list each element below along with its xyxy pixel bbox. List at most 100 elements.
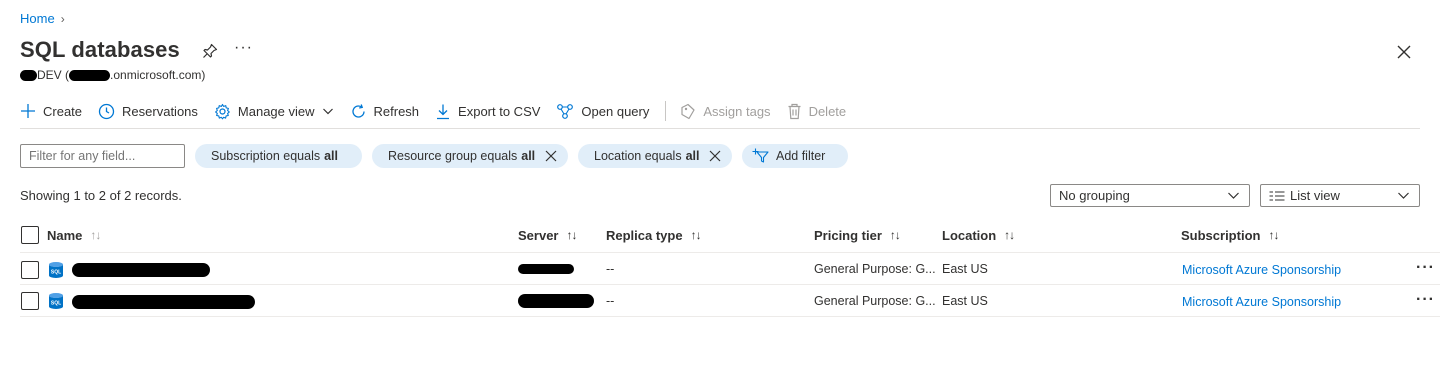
- download-icon: [437, 104, 450, 119]
- clock-icon: [98, 103, 115, 119]
- column-header-location[interactable]: Location ↑↓: [942, 226, 1015, 244]
- grouping-value: No grouping: [1059, 188, 1130, 203]
- sort-icon: ↑↓: [690, 228, 702, 242]
- cell-subscription-link[interactable]: Microsoft Azure Sponsorship: [1182, 295, 1341, 309]
- add-filter-label: Add filter: [776, 149, 826, 163]
- filter-pill-location[interactable]: Location equals all: [578, 144, 732, 168]
- row-more-icon[interactable]: ···: [1416, 259, 1435, 277]
- refresh-icon: [351, 103, 365, 118]
- filter-pill-value: all: [324, 149, 339, 163]
- breadcrumb-home-link[interactable]: Home: [20, 11, 55, 26]
- sort-icon: ↑↓: [1268, 228, 1279, 242]
- sql-database-icon: SQL: [49, 293, 63, 309]
- breadcrumb: Home ›: [20, 11, 65, 26]
- select-all-checkbox[interactable]: [21, 226, 39, 244]
- trash-icon: [788, 103, 801, 119]
- gear-icon: [214, 103, 230, 119]
- manage-view-label: Manage view: [237, 103, 315, 119]
- filter-pill-label: Resource group equals: [388, 149, 518, 163]
- column-header-server[interactable]: Server ↑↓: [518, 226, 577, 244]
- sql-database-icon: SQL: [49, 262, 63, 278]
- row-more-icon[interactable]: ···: [1416, 291, 1435, 309]
- cell-subscription-link[interactable]: Microsoft Azure Sponsorship: [1182, 263, 1341, 277]
- redacted-name[interactable]: [72, 263, 210, 277]
- cell-location: East US: [942, 262, 988, 276]
- sort-icon: ↑↓: [889, 228, 901, 242]
- column-header-label: Location: [942, 227, 997, 243]
- list-view-icon: [1269, 190, 1285, 201]
- remove-filter-icon[interactable]: [709, 150, 721, 162]
- open-query-button[interactable]: Open query: [556, 103, 649, 120]
- cell-pricing-tier: General Purpose: G...: [814, 294, 936, 308]
- filter-pill-value: all: [685, 149, 700, 163]
- redacted-name[interactable]: [72, 295, 255, 309]
- row-divider: [20, 316, 1440, 317]
- view-dropdown[interactable]: List view: [1260, 184, 1420, 207]
- filter-pill-label: Subscription equals: [211, 149, 321, 163]
- create-label: Create: [43, 103, 83, 119]
- reservations-label: Reservations: [122, 103, 198, 119]
- chevron-down-icon: [1398, 192, 1409, 199]
- column-header-name[interactable]: Name ↑↓: [47, 226, 101, 244]
- cell-replica-type: --: [606, 294, 615, 308]
- close-icon[interactable]: [1395, 43, 1413, 61]
- redacted-server[interactable]: [518, 264, 574, 274]
- create-button[interactable]: Create: [20, 103, 82, 119]
- page-title: SQL databases: [20, 37, 180, 62]
- query-icon: [557, 103, 574, 119]
- open-query-label: Open query: [581, 103, 650, 119]
- row-divider: [20, 284, 1440, 285]
- column-header-replica-type[interactable]: Replica type ↑↓: [606, 226, 702, 244]
- toolbar-divider-line: [20, 128, 1420, 129]
- subtitle-prefix: DEV (: [37, 68, 70, 82]
- sort-icon: ↑↓: [1004, 228, 1015, 242]
- add-filter-button[interactable]: Add filter: [742, 144, 848, 168]
- delete-button[interactable]: Delete: [787, 103, 847, 120]
- remove-filter-icon[interactable]: [545, 150, 557, 162]
- breadcrumb-chevron-icon: ›: [60, 11, 65, 26]
- subtitle: DEV ( .onmicrosoft.com): [20, 68, 205, 82]
- cell-pricing-tier: General Purpose: G...: [814, 262, 936, 276]
- column-header-label: Name: [47, 227, 83, 243]
- column-header-label: Subscription: [1181, 227, 1261, 243]
- grouping-dropdown[interactable]: No grouping: [1050, 184, 1250, 207]
- redacted-block: [20, 69, 37, 81]
- assign-tags-button[interactable]: Assign tags: [680, 103, 771, 120]
- filter-pill-subscription[interactable]: Subscription equals all: [195, 144, 362, 168]
- svg-text:SQL: SQL: [51, 301, 61, 307]
- cell-location: East US: [942, 294, 988, 308]
- sort-icon: ↑↓: [90, 228, 101, 242]
- row-checkbox[interactable]: [21, 261, 39, 279]
- more-options-icon[interactable]: ···: [234, 39, 253, 57]
- pin-icon[interactable]: [201, 42, 219, 60]
- subtitle-suffix: .onmicrosoft.com): [110, 68, 206, 82]
- chevron-down-icon: [322, 108, 333, 115]
- reservations-button[interactable]: Reservations: [98, 103, 198, 120]
- redacted-server[interactable]: [518, 294, 594, 308]
- column-header-label: Pricing tier: [814, 227, 882, 243]
- toolbar-divider: [665, 101, 667, 121]
- command-bar: Create Reservations Manage view Refresh …: [20, 100, 862, 122]
- filter-pill-label: Location equals: [594, 149, 682, 163]
- column-header-subscription[interactable]: Subscription ↑↓: [1181, 226, 1279, 244]
- row-checkbox[interactable]: [21, 292, 39, 310]
- sort-icon: ↑↓: [566, 228, 577, 242]
- delete-label: Delete: [808, 103, 847, 119]
- plus-icon: [21, 104, 35, 118]
- export-csv-button[interactable]: Export to CSV: [435, 103, 540, 120]
- svg-text:SQL: SQL: [51, 270, 61, 276]
- refresh-button[interactable]: Refresh: [350, 103, 420, 120]
- filter-search-input[interactable]: [20, 144, 185, 168]
- chevron-down-icon: [1228, 192, 1239, 199]
- column-header-label: Replica type: [606, 227, 683, 243]
- manage-view-button[interactable]: Manage view: [214, 103, 334, 120]
- column-header-label: Server: [518, 227, 559, 243]
- redacted-block: [69, 69, 111, 81]
- add-filter-icon: [752, 148, 769, 163]
- filter-pill-resource-group[interactable]: Resource group equals all: [372, 144, 568, 168]
- tag-icon: [681, 103, 695, 119]
- column-header-pricing-tier[interactable]: Pricing tier ↑↓: [814, 226, 901, 244]
- filter-pill-value: all: [521, 149, 536, 163]
- assign-tags-label: Assign tags: [703, 103, 771, 119]
- refresh-label: Refresh: [373, 103, 420, 119]
